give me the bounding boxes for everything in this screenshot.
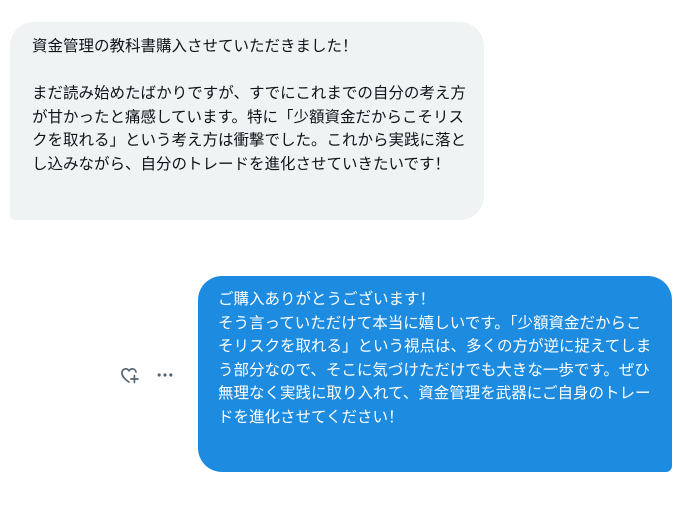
- received-message-bubble: 資金管理の教科書購入させていただきました！ まだ読み始めたばかりですが、すでにこ…: [10, 22, 484, 220]
- dm-conversation: 資金管理の教科書購入させていただきました！ まだ読み始めたばかりですが、すでにこ…: [0, 0, 696, 516]
- message-actions: [118, 362, 176, 388]
- more-horizontal-icon[interactable]: [154, 364, 176, 386]
- sent-message-bubble: ご購入ありがとうございます！ そう言っていただけて本当に嬉しいです。「少額資金だ…: [198, 276, 672, 472]
- heart-plus-icon[interactable]: [118, 364, 140, 386]
